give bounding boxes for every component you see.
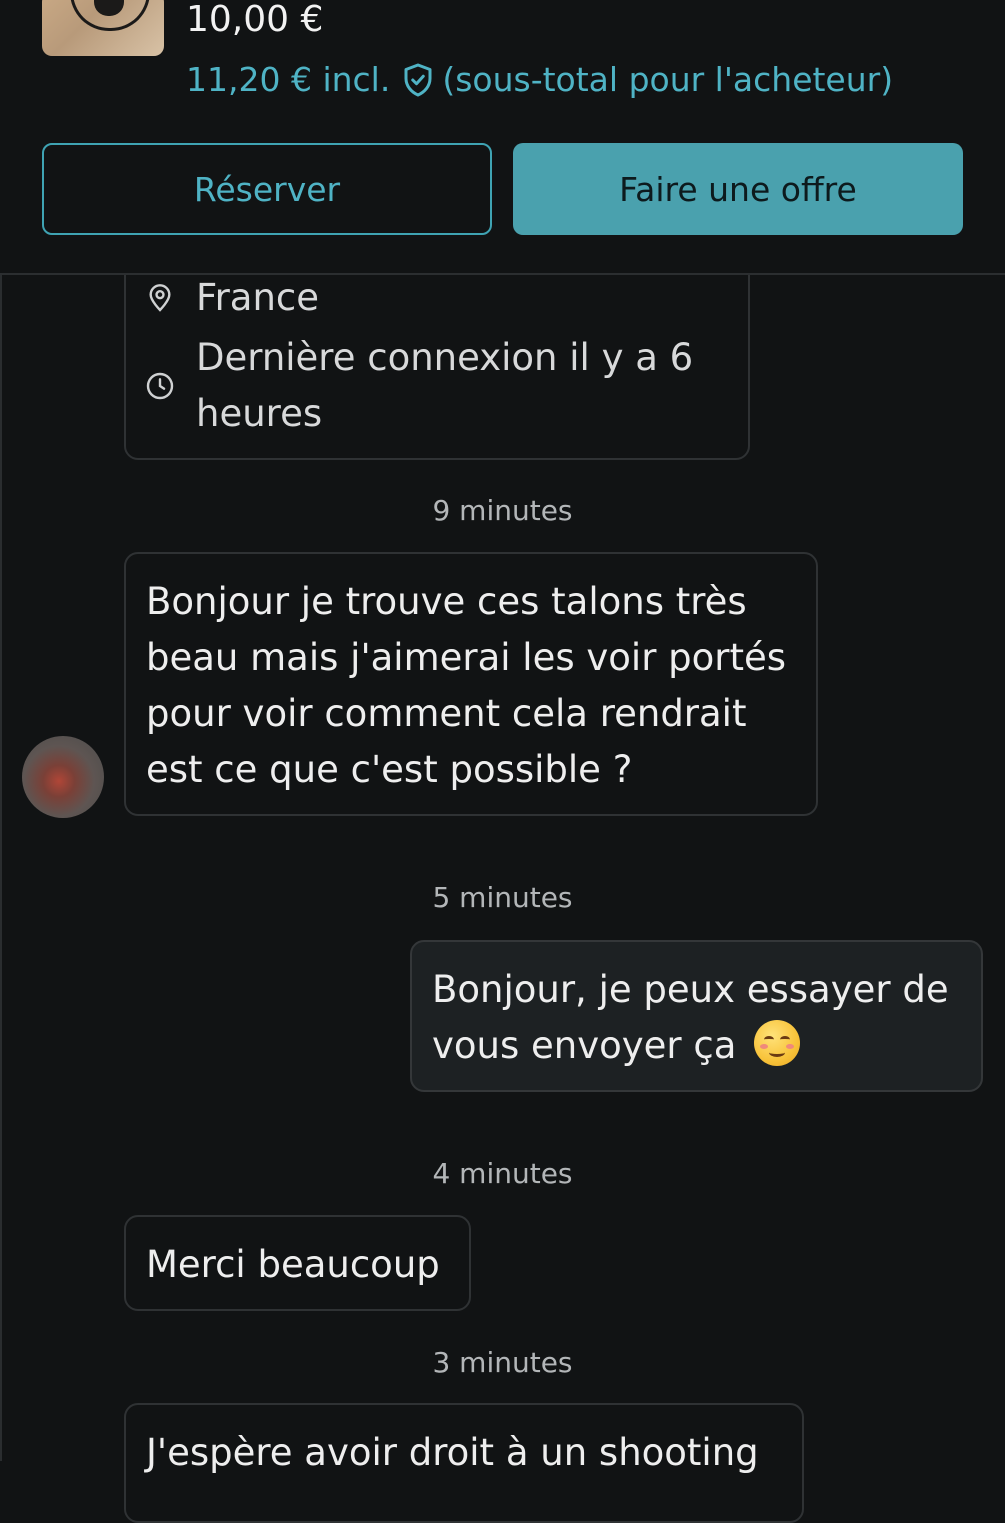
message-text: Bonjour je trouve ces talons très beau m… xyxy=(146,580,787,791)
message-bubble-incoming[interactable]: Bonjour je trouve ces talons très beau m… xyxy=(124,552,818,816)
message-timestamp: 5 minutes xyxy=(432,881,573,914)
item-price: 10,00 € xyxy=(186,0,324,40)
seller-last-seen: Dernière connexion il y a 6 heures xyxy=(196,336,694,435)
message-bubble-incoming[interactable]: J'espère avoir droit à un shooting xyxy=(124,1403,804,1523)
seller-location: France xyxy=(196,276,320,319)
shield-check-icon xyxy=(404,63,432,97)
buyer-subtotal-amount: 11,20 € incl. xyxy=(186,60,391,99)
location-pin-icon xyxy=(149,283,171,312)
seller-location-row: France xyxy=(144,276,319,319)
message-bubble-outgoing[interactable]: Bonjour, je peux essayer de vous envoyer… xyxy=(410,940,983,1092)
buyer-subtotal[interactable]: 11,20 € incl. (sous-total pour l'acheteu… xyxy=(186,60,893,100)
avatar[interactable] xyxy=(22,736,104,818)
message-text: J'espère avoir droit à un shooting xyxy=(146,1431,759,1474)
message-timestamp: 3 minutes xyxy=(432,1346,573,1379)
smiling-face-with-blush-icon xyxy=(754,1020,801,1066)
clock-icon xyxy=(146,372,174,400)
item-header: 10,00 € 11,20 € incl. (sous-total pour l… xyxy=(0,0,1005,275)
make-offer-button[interactable]: Faire une offre xyxy=(513,143,963,235)
item-thumbnail[interactable] xyxy=(42,0,164,56)
buyer-subtotal-label: (sous-total pour l'acheteur) xyxy=(442,60,894,99)
seller-last-seen-row: Dernière connexion il y a 6 heures xyxy=(144,330,716,442)
reserve-button[interactable]: Réserver xyxy=(42,143,492,235)
message-text: Merci beaucoup xyxy=(146,1243,440,1286)
message-timestamp: 9 minutes xyxy=(432,494,573,527)
message-timestamp: 4 minutes xyxy=(432,1157,573,1190)
message-bubble-incoming[interactable]: Merci beaucoup xyxy=(124,1215,471,1311)
message-text: Bonjour, je peux essayer de vous envoyer… xyxy=(432,968,949,1067)
